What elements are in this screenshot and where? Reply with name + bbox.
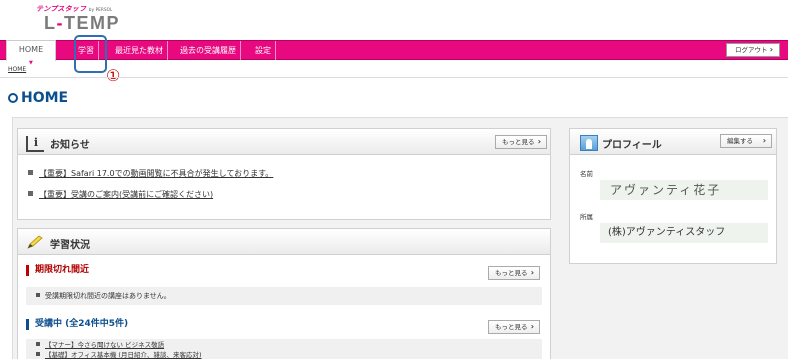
user-avatar-icon (580, 135, 598, 151)
list-item[interactable]: 【マナー】今さら聞けない ビジネス敬語 (36, 340, 542, 350)
course-link[interactable]: 【基礎】オフィス基本機 (月日紹介、雑談、来客応対) (45, 351, 202, 359)
expiring-empty-text: 受講期限切れ間近の講座はありません。 (45, 292, 171, 300)
profile-affiliation-value: (株)アヴァンティスタッフ (600, 223, 768, 243)
chevron-right-icon: › (537, 137, 541, 146)
title-ring-icon (8, 93, 18, 103)
breadcrumb-divider (0, 77, 788, 78)
annotation-number: ① (106, 66, 121, 85)
course-list: 【マナー】今さら聞けない ビジネス敬語 【基礎】オフィス基本機 (月日紹介、雑談… (26, 339, 542, 359)
news-item[interactable]: 【重要】受講のご案内(受講前にご確認ください) (28, 189, 213, 200)
site-logo[interactable]: L-TEMP (44, 13, 120, 34)
nav-home-tab[interactable]: HOME ▼ (6, 40, 56, 66)
bullet-icon (36, 352, 40, 356)
main-nav: HOME ▼ 学習 最近見た教材 過去の受講履歴 設定 ログアウト › (0, 40, 788, 66)
news-panel: i お知らせ もっと見る › 【重要】Safari 17.0での動画閲覧に不具合… (17, 128, 551, 220)
nav-home-label: HOME (18, 45, 44, 54)
logo-dash: - (56, 13, 64, 33)
profile-title: プロフィール (602, 140, 662, 151)
learning-status-panel: 学習状況 期限切れ間近 もっと見る › 受講期限切れ間近の講座はありません。 受… (17, 228, 551, 359)
news-link[interactable]: 【重要】受講のご案内(受講前にご確認ください) (39, 190, 213, 199)
edit-profile-button[interactable]: 編集する › (720, 134, 772, 148)
name-label: 名前 (580, 170, 593, 178)
pencil-icon (27, 235, 43, 249)
expiring-empty-row: 受講期限切れ間近の講座はありません。 (26, 287, 542, 305)
learning-title: 学習状況 (50, 240, 90, 251)
brand-by-text: by PERSOL (88, 7, 113, 12)
breadcrumb[interactable]: HOME (8, 66, 26, 73)
news-title: お知らせ (50, 140, 90, 151)
news-item[interactable]: 【重要】Safari 17.0での動画閲覧に不具合が発生しております。 (28, 168, 273, 179)
news-more-button[interactable]: もっと見る › (495, 135, 547, 149)
annotation-highlight-box (74, 35, 107, 73)
profile-name-value: アヴァンティ花子 (600, 180, 768, 200)
nav-item-recent-materials[interactable]: 最近見た教材 (111, 41, 168, 60)
brand-top-text: テンプスタッフ (36, 5, 87, 13)
chevron-right-icon: › (762, 136, 766, 145)
profile-panel: プロフィール 編集する › 名前 アヴァンティ花子 所属 (株)アヴァンティスタ… (569, 128, 777, 264)
site-header: テンプスタッフ by PERSOL L-TEMP (0, 0, 788, 40)
nav-item-history[interactable]: 過去の受講履歴 (176, 41, 241, 60)
logout-label: ログアウト (735, 46, 768, 54)
expiring-more-label: もっと見る (495, 269, 528, 277)
page-title-text: HOME (21, 90, 69, 106)
list-item[interactable]: 【基礎】オフィス基本機 (月日紹介、雑談、来客応対) (36, 350, 542, 359)
logout-button[interactable]: ログアウト › (726, 43, 780, 57)
bullet-icon (36, 342, 40, 346)
nav-item-settings[interactable]: 設定 (251, 41, 276, 60)
in-progress-more-label: もっと見る (495, 323, 528, 331)
logo-left: L (44, 13, 57, 33)
news-link[interactable]: 【重要】Safari 17.0での動画閲覧に不具合が発生しております。 (39, 169, 273, 178)
news-panel-header: i お知らせ もっと見る › (18, 129, 550, 155)
news-more-label: もっと見る (502, 138, 535, 146)
bullet-icon (28, 191, 33, 196)
chevron-right-icon: › (769, 45, 773, 54)
bullet-icon (28, 170, 33, 175)
caret-down-icon: ▼ (29, 60, 33, 66)
profile-panel-header: プロフィール 編集する › (570, 129, 776, 155)
expiring-more-button[interactable]: もっと見る › (488, 266, 540, 280)
in-progress-more-button[interactable]: もっと見る › (488, 320, 540, 334)
course-link[interactable]: 【マナー】今さら聞けない ビジネス敬語 (45, 341, 164, 349)
affiliation-label: 所属 (580, 213, 593, 221)
info-icon: i (26, 136, 44, 152)
edit-profile-label: 編集する (727, 137, 753, 145)
expiring-heading: 期限切れ間近 (26, 265, 89, 276)
chevron-right-icon: › (530, 268, 534, 277)
chevron-right-icon: › (530, 322, 534, 331)
page-title: HOME (8, 90, 68, 106)
logo-right: TEMP (64, 13, 121, 33)
main-content: i お知らせ もっと見る › 【重要】Safari 17.0での動画閲覧に不具合… (12, 117, 788, 359)
learning-panel-header: 学習状況 (18, 229, 550, 255)
in-progress-heading: 受講中 (全24件中5件) (26, 319, 128, 330)
bullet-icon (36, 293, 40, 297)
